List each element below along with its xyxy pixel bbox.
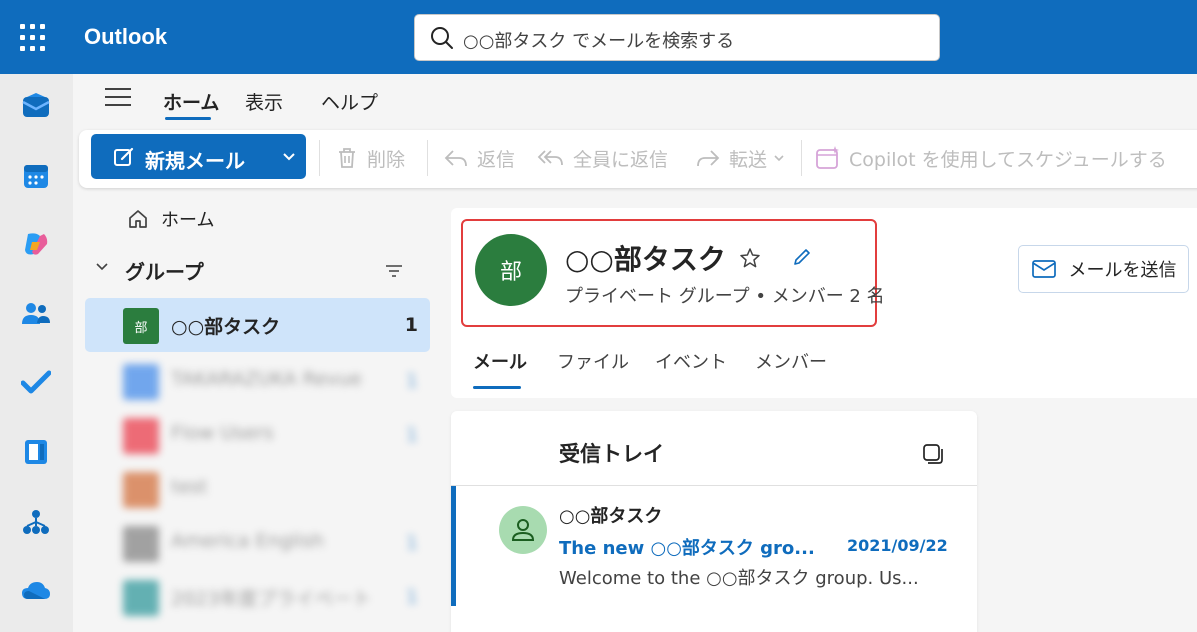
unread-count: 1 — [405, 424, 418, 446]
groups-section-header[interactable]: グループ — [95, 256, 433, 286]
group-name: test — [171, 476, 208, 498]
multi-select-icon[interactable] — [921, 442, 945, 466]
mail-icon[interactable] — [20, 90, 52, 122]
group-title: ○○部タスク — [565, 243, 726, 276]
filter-icon[interactable] — [385, 264, 403, 278]
chevron-down-icon[interactable] — [95, 262, 109, 272]
chevron-down-icon — [774, 155, 784, 162]
message-subject: The new ○○部タスク gro... — [559, 538, 815, 559]
onedrive-icon[interactable] — [20, 574, 52, 606]
tab-group-events[interactable]: イベント — [655, 348, 727, 374]
home-label: ホーム — [161, 210, 215, 231]
group-avatar — [123, 364, 159, 400]
group-avatar-large: 部 — [475, 234, 547, 306]
app-launcher-icon[interactable] — [20, 24, 48, 52]
ribbon-divider — [319, 140, 320, 176]
group-subtitle: プライベート グループ • メンバー 2 名 — [565, 286, 885, 307]
unread-count: 1 — [405, 586, 418, 608]
group-item[interactable]: Flow Users 1 — [85, 408, 430, 462]
group-name: Flow Users — [171, 422, 274, 444]
edit-icon[interactable] — [791, 246, 813, 268]
calendar-icon[interactable] — [20, 160, 52, 192]
tab-help[interactable]: ヘルプ — [321, 88, 378, 115]
home-icon — [129, 210, 147, 228]
copilot-calendar-icon — [816, 146, 839, 169]
inbox-title: 受信トレイ — [559, 442, 664, 466]
ribbon-divider — [801, 140, 802, 176]
group-avatar — [123, 472, 159, 508]
reply-label: 返信 — [477, 148, 516, 171]
chevron-down-icon — [282, 152, 295, 160]
reply-all-label: 全員に返信 — [573, 148, 669, 171]
message-sender: ○○部タスク — [559, 506, 663, 527]
trash-icon — [339, 148, 355, 168]
todo-icon[interactable] — [20, 366, 52, 398]
tab-active-indicator — [165, 117, 211, 120]
tab-view[interactable]: 表示 — [245, 88, 283, 115]
group-tab-active-indicator — [473, 386, 521, 389]
search-placeholder: ○○部タスク でメールを検索する — [463, 31, 735, 52]
message-date: 2021/09/22 — [847, 536, 948, 555]
delete-button[interactable]: 削除 — [335, 145, 405, 171]
forward-label: 転送 — [729, 148, 768, 171]
group-item[interactable]: test — [85, 462, 430, 516]
reply-button[interactable]: 返信 — [443, 145, 515, 171]
group-name: ○○部タスク — [171, 316, 281, 338]
new-mail-dropdown[interactable] — [271, 134, 306, 179]
group-item[interactable]: TAKARAZUKA Revue 1 — [85, 354, 430, 408]
group-item[interactable]: 2023年度プライベート 1 — [85, 570, 430, 624]
unread-count: 1 — [404, 314, 418, 336]
search-icon — [431, 27, 453, 49]
copilot-schedule-label: Copilot を使用してスケジュールする — [849, 148, 1167, 171]
ribbon-toolbar: 新規メール 削除 返信 全員に返信 転送 Copilot を使用してスケジュール… — [79, 130, 1197, 188]
group-avatar — [123, 418, 159, 454]
people-icon[interactable] — [20, 298, 52, 330]
delete-label: 削除 — [367, 148, 406, 171]
star-icon[interactable] — [739, 247, 761, 269]
ribbon-divider — [427, 140, 428, 176]
forward-button[interactable]: 転送 — [695, 145, 793, 171]
new-mail-button[interactable]: 新規メール — [91, 134, 306, 179]
group-item[interactable]: America English 1 — [85, 516, 430, 570]
reply-all-icon — [537, 150, 563, 166]
hamburger-menu-icon[interactable] — [105, 88, 131, 108]
tab-group-files[interactable]: ファイル — [557, 348, 629, 374]
org-explorer-icon[interactable] — [20, 506, 52, 538]
copilot-schedule-button[interactable]: Copilot を使用してスケジュールする — [815, 145, 1167, 171]
send-mail-label: メールを送信 — [1068, 260, 1177, 281]
group-avatar — [123, 526, 159, 562]
sender-avatar — [499, 506, 547, 554]
app-rail — [0, 74, 73, 632]
top-bar: Outlook ○○部タスク でメールを検索する — [0, 0, 1197, 74]
unread-count: 1 — [405, 532, 418, 554]
app-title[interactable]: Outlook — [84, 24, 167, 50]
group-name: America English — [171, 530, 325, 552]
message-preview: Welcome to the ○○部タスク group. Us... — [559, 568, 919, 589]
search-input[interactable]: ○○部タスク でメールを検索する — [414, 14, 940, 61]
mail-outline-icon — [1031, 260, 1056, 278]
tab-home[interactable]: ホーム — [163, 88, 219, 115]
groups-title: グループ — [125, 260, 204, 284]
unread-accent-bar — [451, 486, 456, 606]
new-mail-label: 新規メール — [145, 149, 245, 173]
folder-home[interactable]: ホーム — [127, 206, 214, 232]
group-avatar — [123, 580, 159, 616]
reply-all-button[interactable]: 全員に返信 — [537, 145, 668, 171]
group-name: TAKARAZUKA Revue — [171, 368, 362, 390]
onenote-icon[interactable] — [20, 436, 52, 468]
main-area: ホーム 表示 ヘルプ 新規メール 削除 返信 全員に返信 転送 Copilot … — [73, 74, 1197, 632]
tab-group-members[interactable]: メンバー — [755, 348, 827, 374]
person-icon — [511, 519, 535, 541]
group-avatar: 部 — [123, 308, 159, 344]
tab-group-mail[interactable]: メール — [473, 348, 527, 374]
send-mail-button[interactable]: メールを送信 — [1018, 245, 1189, 293]
group-item[interactable]: 部 ○○部タスク 1 — [85, 298, 430, 352]
unread-count: 1 — [405, 370, 418, 392]
reply-icon — [444, 150, 467, 167]
group-name: 2023年度プライベート — [171, 588, 372, 610]
forward-icon — [697, 150, 720, 167]
copilot-icon[interactable] — [20, 228, 52, 260]
compose-icon — [114, 147, 134, 166]
